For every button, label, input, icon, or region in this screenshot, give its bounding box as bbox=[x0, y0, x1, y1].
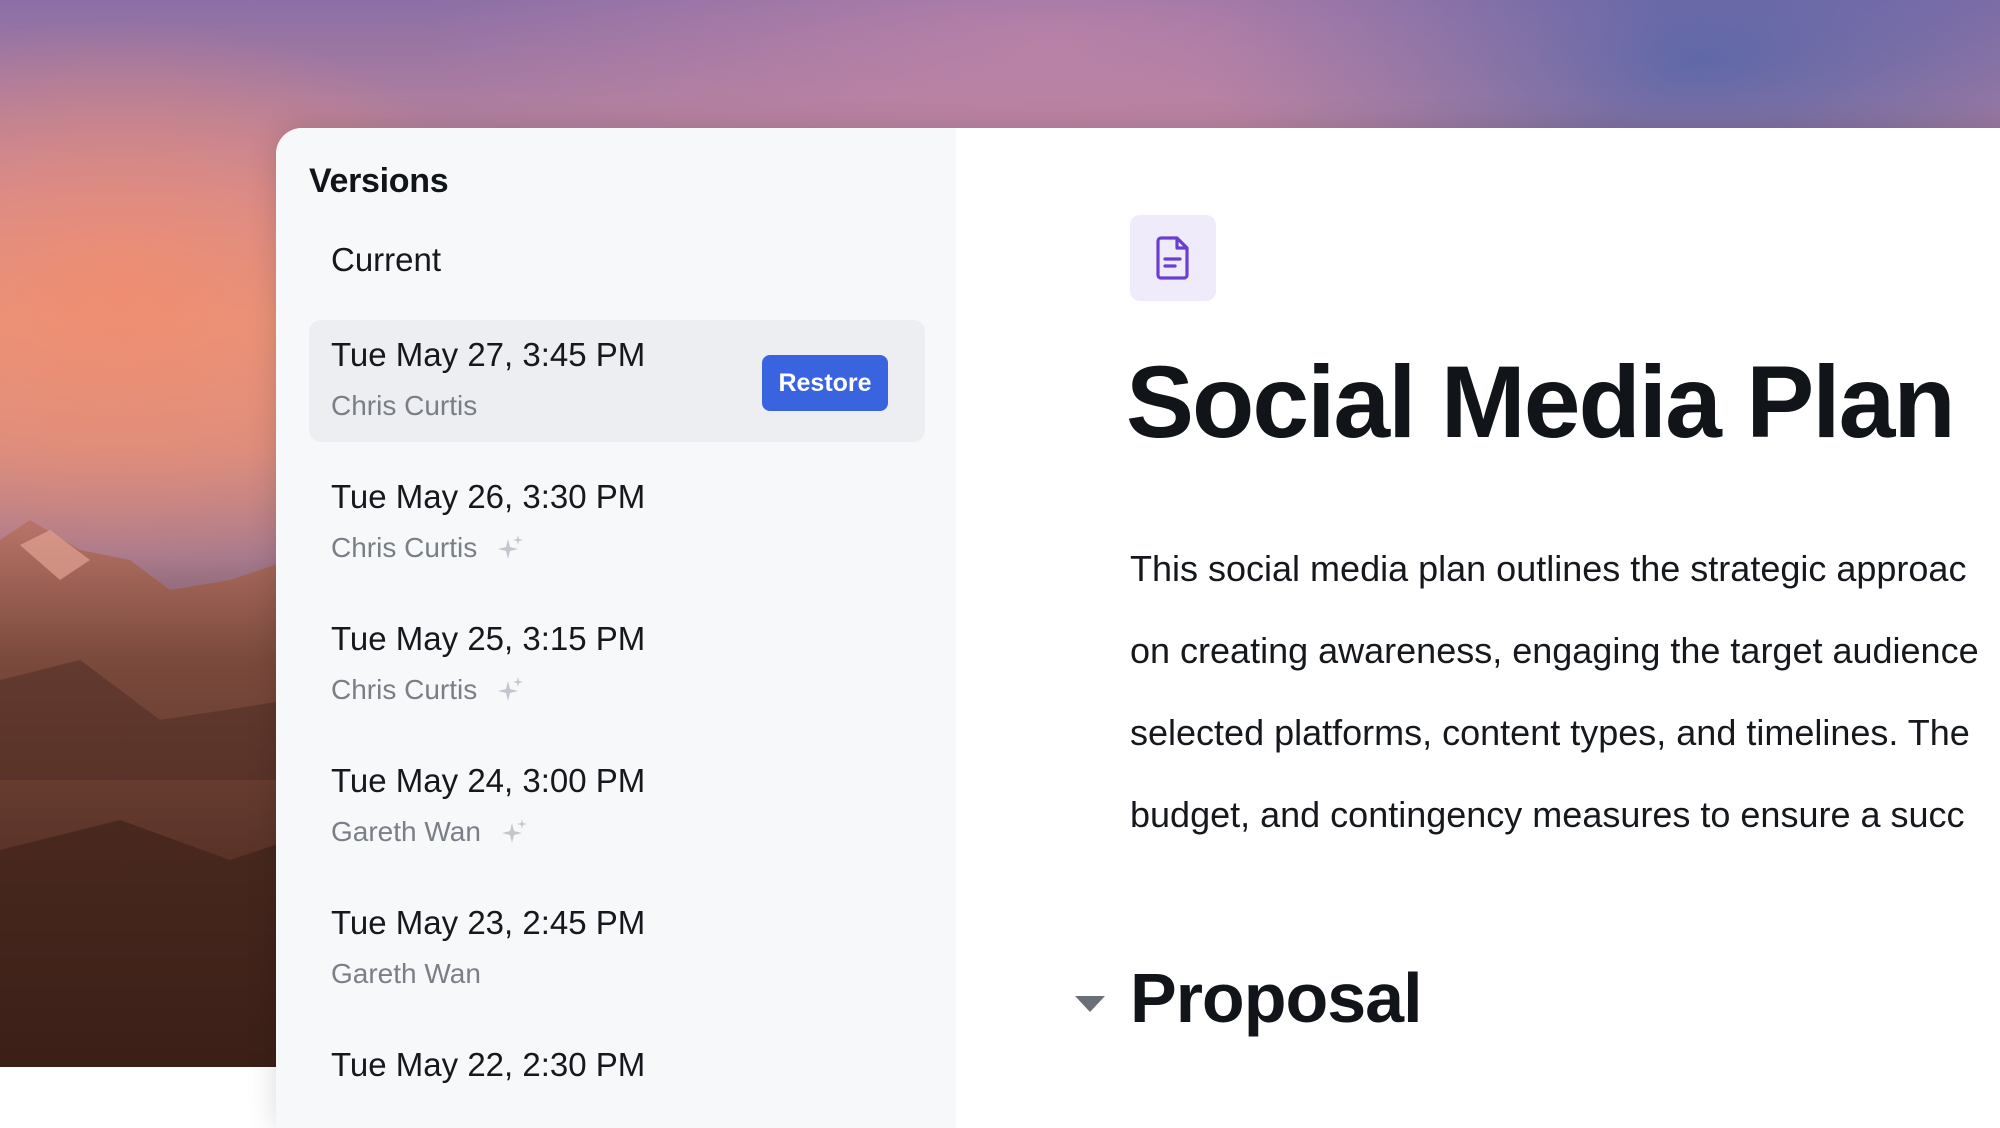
restore-button[interactable]: Restore bbox=[762, 355, 888, 411]
body-line: selected platforms, content types, and t… bbox=[1130, 712, 1970, 753]
version-date: Tue May 26, 3:30 PM bbox=[331, 478, 646, 515]
version-list: Tue May 27, 3:45 PM Chris Curtis Restore… bbox=[309, 320, 925, 1128]
document-body[interactable]: This social media plan outlines the stra… bbox=[1130, 528, 2000, 856]
version-author-name: Gareth Wan bbox=[331, 958, 481, 989]
mountain-scenery bbox=[0, 520, 290, 1067]
collapse-triangle-icon[interactable] bbox=[1072, 992, 1108, 1016]
version-item[interactable]: Tue May 25, 3:15 PM Chris Curtis bbox=[309, 604, 925, 726]
version-date: Tue May 27, 3:45 PM bbox=[331, 336, 646, 373]
body-line: on creating awareness, engaging the targ… bbox=[1130, 630, 1979, 671]
version-author: Chris Curtis bbox=[331, 532, 525, 564]
version-author-name: Chris Curtis bbox=[331, 390, 478, 421]
version-date: Tue May 25, 3:15 PM bbox=[331, 620, 646, 657]
version-author-name: Gareth Wan bbox=[331, 816, 481, 847]
version-date: Tue May 22, 2:30 PM bbox=[331, 1046, 646, 1083]
version-item[interactable]: Tue May 23, 2:45 PM Gareth Wan bbox=[309, 888, 925, 1010]
sparkle-icon bbox=[498, 677, 524, 701]
sparkle-icon bbox=[501, 819, 527, 843]
version-item[interactable]: Tue May 22, 2:30 PM bbox=[309, 1030, 925, 1128]
version-item[interactable]: Tue May 27, 3:45 PM Chris Curtis Restore bbox=[309, 320, 925, 442]
version-date: Tue May 24, 3:00 PM bbox=[331, 762, 646, 799]
version-author: Chris Curtis bbox=[331, 390, 477, 422]
body-line: This social media plan outlines the stra… bbox=[1130, 548, 1967, 589]
document-title[interactable]: Social Media Plan bbox=[1126, 344, 1956, 461]
body-line: budget, and contingency measures to ensu… bbox=[1130, 794, 1965, 835]
versions-sidebar: Versions Current Tue May 27, 3:45 PM Chr… bbox=[276, 128, 956, 1128]
version-date: Tue May 23, 2:45 PM bbox=[331, 904, 646, 941]
version-item[interactable]: Tue May 26, 3:30 PM Chris Curtis bbox=[309, 462, 925, 584]
version-author: Chris Curtis bbox=[331, 674, 525, 706]
document-icon bbox=[1156, 236, 1189, 280]
document-pane: Social Media Plan This social media plan… bbox=[956, 128, 2000, 1128]
current-version-item[interactable]: Current bbox=[331, 241, 441, 279]
version-item[interactable]: Tue May 24, 3:00 PM Gareth Wan bbox=[309, 746, 925, 868]
app-window: Versions Current Tue May 27, 3:45 PM Chr… bbox=[276, 128, 2000, 1128]
version-author-name: Chris Curtis bbox=[331, 674, 478, 705]
section-heading[interactable]: Proposal bbox=[1130, 958, 1423, 1038]
sparkle-icon bbox=[498, 535, 524, 559]
document-icon-button[interactable] bbox=[1130, 215, 1216, 301]
sidebar-title: Versions bbox=[309, 162, 449, 200]
version-author: Gareth Wan bbox=[331, 816, 529, 848]
version-author-name: Chris Curtis bbox=[331, 532, 478, 563]
version-author: Gareth Wan bbox=[331, 958, 481, 990]
